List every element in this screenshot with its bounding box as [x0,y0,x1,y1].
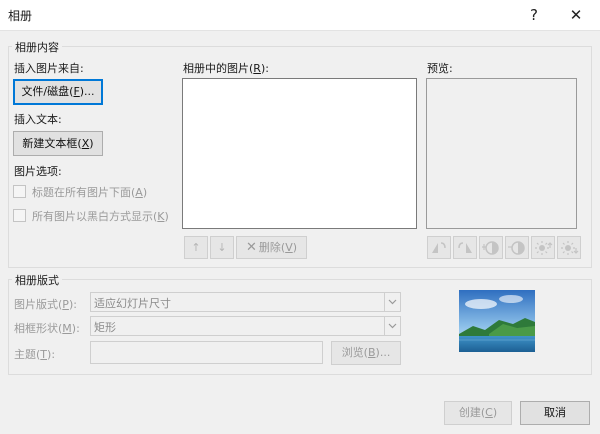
insert-from-label: 插入图片来自: [14,62,84,75]
file-disk-button[interactable]: 文件/磁盘(F)... [13,79,103,105]
browse-button-text: 浏览( [341,346,368,359]
increase-contrast-button[interactable] [479,236,503,259]
chevron-down-icon [384,293,400,311]
remove-button-key: V [285,241,293,254]
theme-label-text: 主题( [14,348,41,361]
help-button[interactable]: ? [520,2,548,28]
theme-label-suffix: ): [47,348,56,361]
frame-shape-label-key: M [62,322,72,335]
picture-layout-label: 图片版式(P): [14,296,77,312]
frame-shape-label-suffix: ): [71,322,80,335]
move-down-button[interactable]: ↓ [210,236,234,259]
rotate-right-button[interactable] [453,236,477,259]
chevron-down-icon [384,317,400,335]
increase-brightness-icon [535,241,553,255]
increase-contrast-icon [482,241,499,255]
frame-shape-label-text: 相框形状( [14,322,63,335]
preview-label: 预览: [427,62,453,75]
browse-button[interactable]: 浏览(B)... [331,341,401,365]
captions-option-suffix: ) [142,186,148,199]
pictures-label-suffix: ): [260,62,269,75]
album-content-group-label: 相册内容 [12,39,62,55]
arrow-up-icon: ↑ [191,241,201,254]
new-textbox-button-text: 新建文本框( [22,137,82,150]
pictures-listbox[interactable] [182,78,417,229]
theme-field[interactable] [90,341,323,364]
insert-text-label: 插入文本: [14,113,62,126]
create-button-suffix: ) [492,406,498,419]
rotate-right-icon [458,242,472,253]
black-white-option-label: 所有图片以黑白方式显示(K) [32,208,169,224]
rotate-left-icon [432,242,446,253]
cancel-button[interactable]: 取消 [520,401,590,425]
decrease-brightness-button[interactable] [557,236,581,259]
close-icon: ✕ [569,6,583,24]
picture-layout-label-key: P [62,298,69,311]
captions-option-label: 标题在所有图片下面(A) [32,184,147,200]
captions-option-key: A [135,186,143,199]
picture-layout-value: 适应幻灯片尺寸 [94,297,171,310]
create-button[interactable]: 创建(C) [444,401,512,425]
pictures-label-key: R [253,62,261,75]
landscape-thumbnail [459,290,535,352]
frame-shape-label: 相框形状(M): [14,320,80,336]
file-disk-button-text: 文件/磁盘( [21,85,74,98]
rotate-left-button[interactable] [427,236,451,259]
new-textbox-button-suffix: ) [89,137,94,150]
black-white-option-suffix: ) [164,210,169,223]
album-layout-group-label: 相册版式 [12,272,62,288]
increase-brightness-button[interactable] [531,236,555,259]
frame-shape-value: 矩形 [94,321,116,334]
pictures-label-text: 相册中的图片( [183,62,254,75]
black-white-checkbox[interactable] [13,209,26,222]
layout-preview-image [459,290,535,352]
arrow-down-icon: ↓ [217,241,227,254]
theme-label: 主题(T): [14,346,55,362]
create-button-text: 创建( [458,406,486,419]
picture-layout-select[interactable]: 适应幻灯片尺寸 [90,292,401,312]
remove-icon: ✕ [245,240,257,255]
decrease-contrast-icon [508,241,525,255]
browse-button-key: B [367,346,376,359]
black-white-option-key: K [157,210,165,223]
create-button-key: C [485,406,493,419]
captions-checkbox[interactable] [13,185,26,198]
black-white-option-text: 所有图片以黑白方式显示( [32,210,158,223]
new-textbox-button[interactable]: 新建文本框(X) [13,131,103,156]
pictures-in-album-label: 相册中的图片(R): [183,60,269,76]
dialog-title: 相册 [8,9,33,23]
picture-layout-label-suffix: ): [68,298,77,311]
title-bar: 相册 ? ✕ [0,0,600,30]
captions-option-text: 标题在所有图片下面( [32,186,136,199]
move-up-button[interactable]: ↑ [184,236,208,259]
decrease-contrast-button[interactable] [505,236,529,259]
close-button[interactable]: ✕ [562,2,590,28]
browse-button-suffix: )... [375,346,391,359]
picture-options-label: 图片选项: [14,165,62,178]
remove-button-text: 删除( [258,241,286,254]
decrease-brightness-icon [561,241,579,255]
preview-pane [426,78,577,229]
file-disk-button-suffix: )... [79,85,95,98]
picture-layout-label-text: 图片版式( [14,298,63,311]
remove-button-suffix: ) [292,241,298,254]
remove-button[interactable]: ✕ 删除(V) [236,236,307,259]
frame-shape-select[interactable]: 矩形 [90,316,401,336]
